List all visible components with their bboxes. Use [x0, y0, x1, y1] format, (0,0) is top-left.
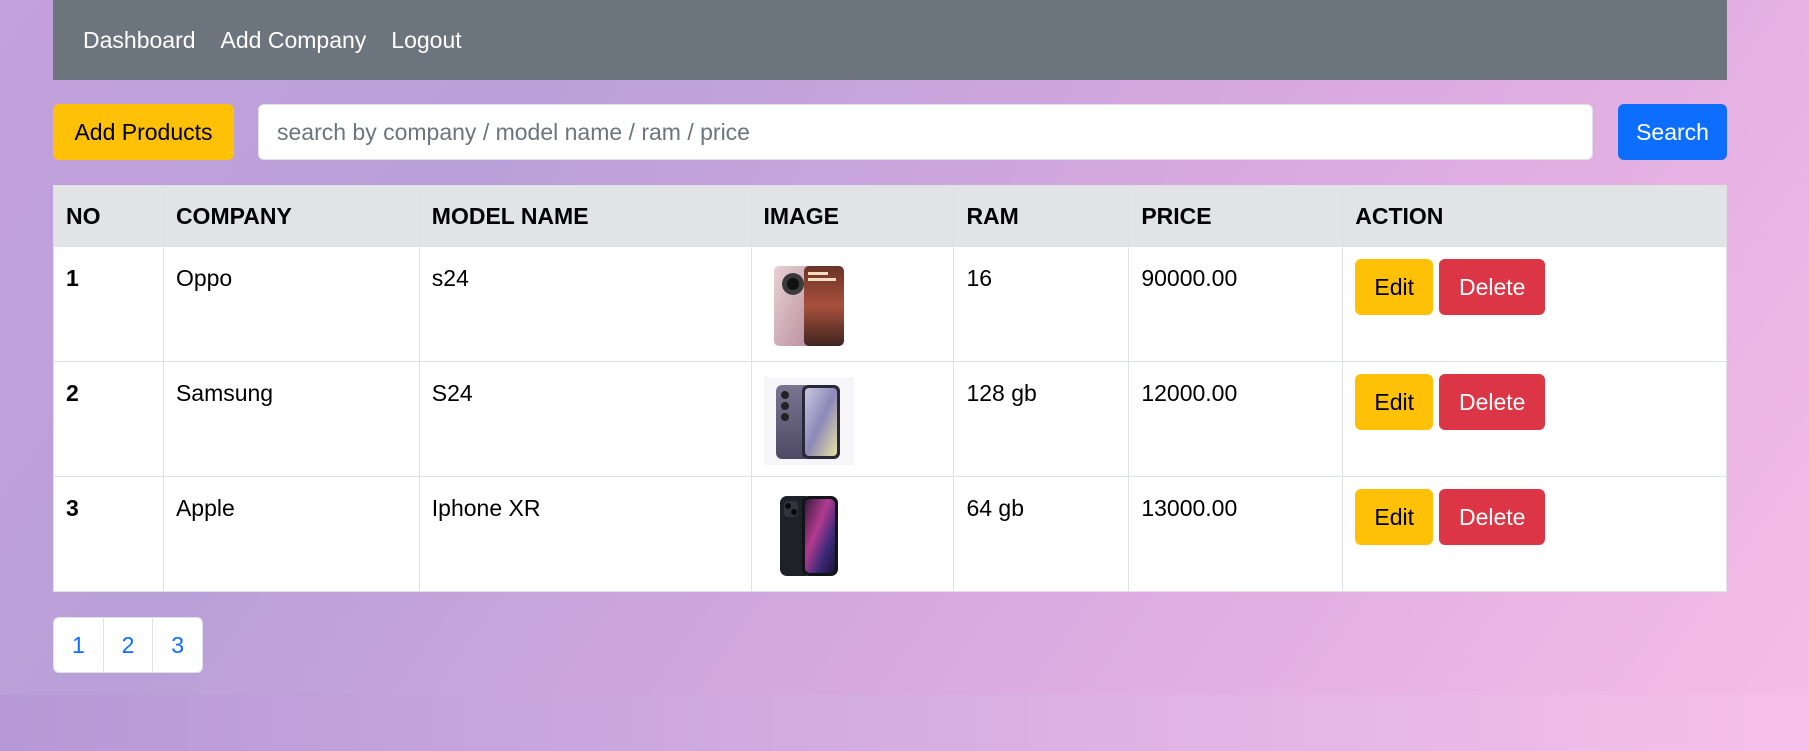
header-action: ACTION — [1342, 185, 1727, 247]
page-link-1[interactable]: 1 — [54, 618, 104, 672]
header-model-name: MODEL NAME — [418, 185, 752, 247]
edit-button[interactable]: Edit — [1355, 374, 1434, 430]
toolbar: Add Products Search — [53, 104, 1727, 160]
cell-action: Edit Delete — [1342, 361, 1727, 477]
table-header-row: NO COMPANY MODEL NAME IMAGE RAM PRICE AC… — [53, 185, 1727, 247]
cell-model: Iphone XR — [418, 476, 752, 592]
products-table: NO COMPANY MODEL NAME IMAGE RAM PRICE AC… — [53, 185, 1727, 592]
nav-add-company-link[interactable]: Add Company — [221, 27, 367, 54]
table-row: 2 Samsung S24 128 gb 12000.00 Edit Delet… — [53, 361, 1727, 477]
nav-logout-link[interactable]: Logout — [391, 27, 461, 54]
cell-price: 12000.00 — [1128, 361, 1344, 477]
cell-no: 3 — [53, 476, 164, 592]
header-ram: RAM — [953, 185, 1130, 247]
cell-action: Edit Delete — [1342, 246, 1727, 362]
table-row: 3 Apple Iphone XR 64 gb 13000.00 Edit De… — [53, 476, 1727, 592]
cell-no: 1 — [53, 246, 164, 362]
search-input[interactable] — [258, 104, 1593, 160]
page-link-3[interactable]: 3 — [153, 618, 202, 672]
edit-button[interactable]: Edit — [1355, 489, 1434, 545]
page-container: Dashboard Add Company Logout Add Product… — [53, 0, 1727, 673]
header-price: PRICE — [1128, 185, 1344, 247]
nav-dashboard-link[interactable]: Dashboard — [83, 27, 196, 54]
cell-image — [750, 361, 955, 477]
cell-ram: 16 — [953, 246, 1130, 362]
cell-no: 2 — [53, 361, 164, 477]
pagination: 1 2 3 — [53, 617, 203, 673]
header-no: NO — [53, 185, 164, 247]
cell-price: 13000.00 — [1128, 476, 1344, 592]
delete-button[interactable]: Delete — [1439, 259, 1546, 315]
delete-button[interactable]: Delete — [1439, 489, 1546, 545]
edit-button[interactable]: Edit — [1355, 259, 1434, 315]
samsung-phone-image — [763, 377, 854, 465]
cell-company: Apple — [162, 476, 420, 592]
cell-image — [750, 246, 955, 362]
header-image: IMAGE — [750, 185, 955, 247]
table-row: 1 Oppo s24 16 90000.00 Edit Delete — [53, 246, 1727, 362]
cell-ram: 128 gb — [953, 361, 1130, 477]
top-navbar: Dashboard Add Company Logout — [53, 0, 1727, 80]
header-company: COMPANY — [162, 185, 420, 247]
oppo-phone-image — [764, 262, 854, 350]
iphone-image — [764, 492, 854, 580]
delete-button[interactable]: Delete — [1439, 374, 1546, 430]
cell-ram: 64 gb — [953, 476, 1130, 592]
cell-image — [750, 476, 955, 592]
cell-price: 90000.00 — [1128, 246, 1344, 362]
page-background-lower — [0, 695, 1809, 751]
cell-model: s24 — [418, 246, 752, 362]
cell-company: Samsung — [162, 361, 420, 477]
page-link-2[interactable]: 2 — [104, 618, 154, 672]
cell-action: Edit Delete — [1342, 476, 1727, 592]
search-button[interactable]: Search — [1618, 104, 1727, 160]
cell-company: Oppo — [162, 246, 420, 362]
add-products-button[interactable]: Add Products — [53, 104, 234, 160]
cell-model: S24 — [418, 361, 752, 477]
